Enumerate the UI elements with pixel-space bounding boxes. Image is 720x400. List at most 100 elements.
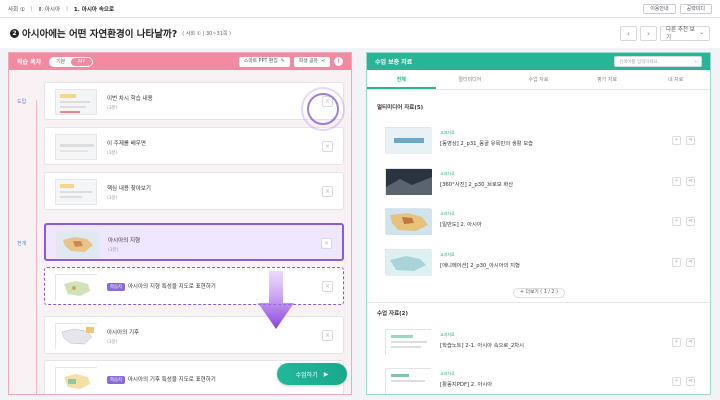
resource-thumbnail [385,249,432,276]
card-duration: (3분) [107,340,118,345]
share-icon[interactable]: ⋖ [686,136,695,145]
worksheet-badge: 학습지 [107,376,125,384]
lesson-card[interactable]: 핵심 내용 찾아보기 (3분) × [44,172,344,210]
card-title: 핵심 내용 찾아보기 [107,186,151,192]
lesson-card[interactable]: 이번 차시 학습 내용 (3분) × [44,82,344,120]
tab-multimedia[interactable]: 멀티미디어 [436,70,505,89]
student-share-button[interactable]: 학생 공유 ⋖ [293,56,330,67]
tab-class-materials[interactable]: 수업 자료 [504,70,573,89]
lesson-card[interactable]: 이 주제를 배우면 (3분) × [44,127,344,165]
photo-thumbnail [386,169,432,195]
info-icon[interactable]: ! [334,57,343,66]
section-multimedia-title: 멀티미디어 자료(5) [377,105,424,111]
toggle-basic[interactable]: 기본 [50,58,71,65]
thumbnail-image [60,144,94,152]
section-class-title: 수업 자료(2) [377,311,409,317]
remove-card-button[interactable]: × [322,330,333,341]
student-share-label: 학생 공유 [298,58,318,64]
resource-item[interactable]: 교과자료 [동영상] 2_p31_몽골 유목민의 생활 모습 ✧ ⋖ [385,127,701,155]
video-thumbnail [386,128,432,154]
share-icon[interactable]: ⋖ [686,338,695,347]
panel-title: 수업 보충 자료 [375,59,413,66]
chevron-down-icon: ⌄ [699,30,704,36]
resource-item[interactable]: 교과자료 [활동지PDF] 2. 아시아 ✧ ⋖ [385,368,701,394]
card-duration: (3분) [107,106,118,111]
pin-icon[interactable]: ✧ [672,338,681,347]
resource-thumbnail [385,368,432,394]
card-thumbnail [56,231,99,258]
guide-button[interactable]: 이용안내 [643,3,676,14]
map-thumbnail [56,275,98,301]
close-icon: × [324,143,331,150]
prev-button[interactable]: ‹ [620,25,637,41]
tab-assessment[interactable]: 평가 자료 [573,70,642,89]
card-title: 이번 차시 학습 내용 [107,96,153,102]
resource-kind: 교과자료 [440,211,455,216]
remove-card-button[interactable]: × [322,186,333,197]
card-thumbnail [55,367,98,394]
card-thumbnail [55,179,97,205]
card-title: 아시아의 지형 [108,238,141,244]
pin-icon[interactable]: ✧ [672,377,681,386]
timeline-line [36,100,37,394]
pin-icon[interactable]: ✧ [672,136,681,145]
start-lesson-button[interactable]: 수업하기 ▶ [277,363,347,385]
card-title: 이 주제를 배우면 [107,141,146,147]
toggle-my[interactable]: MY [71,57,93,66]
tab-all[interactable]: 전체 [367,70,436,89]
next-button[interactable]: › [640,25,657,41]
lesson-contents-header: 학습 목차 기본 MY 스마트 PPT 편집 ✎ 학생 공유 ⋖ ! [9,53,351,70]
pencil-icon: ✎ [280,58,285,64]
resource-thumbnail [385,329,432,356]
share-icon[interactable]: ⋖ [686,258,695,267]
ppt-edit-button[interactable]: 스마트 PPT 편집 ✎ [238,56,290,67]
lesson-list: 도입 전개 이번 차시 학습 내용 (3분) × 이 주제를 배우면 (3분) … [9,70,351,394]
close-icon: × [324,283,331,290]
mode-toggle[interactable]: 기본 MY [49,56,94,67]
lesson-card-active[interactable]: 아시아의 지형 (3분) × [44,223,344,261]
ppt-edit-label: 스마트 PPT 편집 [243,58,278,64]
pin-icon[interactable]: ✧ [672,177,681,186]
thumbnail-image [60,94,90,113]
resource-thumbnail [385,127,432,154]
recommend-label: 다른 추천 보기 [666,27,695,41]
resource-item[interactable]: 교과자료 [일반도] 2. 아시아 ✧ ⋖ [385,208,701,236]
lesson-card-drop-target[interactable]: 학습지 아시아의 지형 특성을 지도로 표현하기 × [44,267,344,305]
animation-thumbnail [386,250,432,276]
materials-tabs: 전체 멀티미디어 수업 자료 평가 자료 내 자료 [367,70,710,90]
breadcrumb-lesson[interactable]: 1. 아시아 속으로 [74,5,114,13]
resource-item[interactable]: 교과자료 [360°사진] 2_p30_브로모 화산 ✧ ⋖ [385,168,701,196]
resource-item[interactable]: 교과자료 [애니메이션] 2_p30_아시아의 지형 ✧ ⋖ [385,249,701,277]
pin-icon[interactable]: ✧ [672,217,681,226]
remove-card-button[interactable]: × [322,281,333,292]
share-icon[interactable]: ⋖ [686,377,695,386]
chevron-right-icon: › [646,28,651,38]
share-icon[interactable]: ⋖ [686,217,695,226]
load-more-button[interactable]: + 더보기 ( 1 / 2 ) [513,288,565,298]
media-button[interactable]: 공략미디 [679,3,712,14]
card-thumbnail [55,134,97,160]
breadcrumb-subject[interactable]: 사회 ① [8,5,25,13]
pin-icon[interactable]: ✧ [672,258,681,267]
thumbnail-image [60,184,92,198]
lesson-card[interactable]: 아시아의 기후 (3분) × [44,316,344,354]
card-duration: (3분) [107,196,118,201]
worksheet-badge: 학습지 [107,283,125,291]
remove-card-button[interactable]: × [321,238,332,249]
map-thumbnail [56,368,98,394]
breadcrumb-unit[interactable]: Ⅱ. 아시아 [39,5,60,13]
remove-card-button[interactable]: × [322,141,333,152]
close-icon: × [323,240,330,247]
share-icon: ⋖ [320,58,325,64]
card-title: 아시아의 기후 특성을 지도로 표현하기 [127,377,216,383]
search-icon[interactable]: ⌕ [694,59,697,65]
resource-item[interactable]: 교과자료 [학습노트] 2-1. 아시아 속으로_2차시 ✧ ⋖ [385,329,701,357]
start-lesson-label: 수업하기 [295,371,318,379]
recommend-dropdown[interactable]: 다른 추천 보기 ⌄ [660,25,710,41]
tab-my-materials[interactable]: 내 자료 [641,70,710,89]
share-icon[interactable]: ⋖ [686,177,695,186]
top-bar: 사회 ① | Ⅱ. 아시아 | 1. 아시아 속으로 이용안내 공략미디 [0,0,720,18]
resource-kind: 교과자료 [440,252,455,257]
search-input[interactable]: 검색어를 입력하세요. ⌕ [614,56,702,67]
close-icon: × [324,332,331,339]
